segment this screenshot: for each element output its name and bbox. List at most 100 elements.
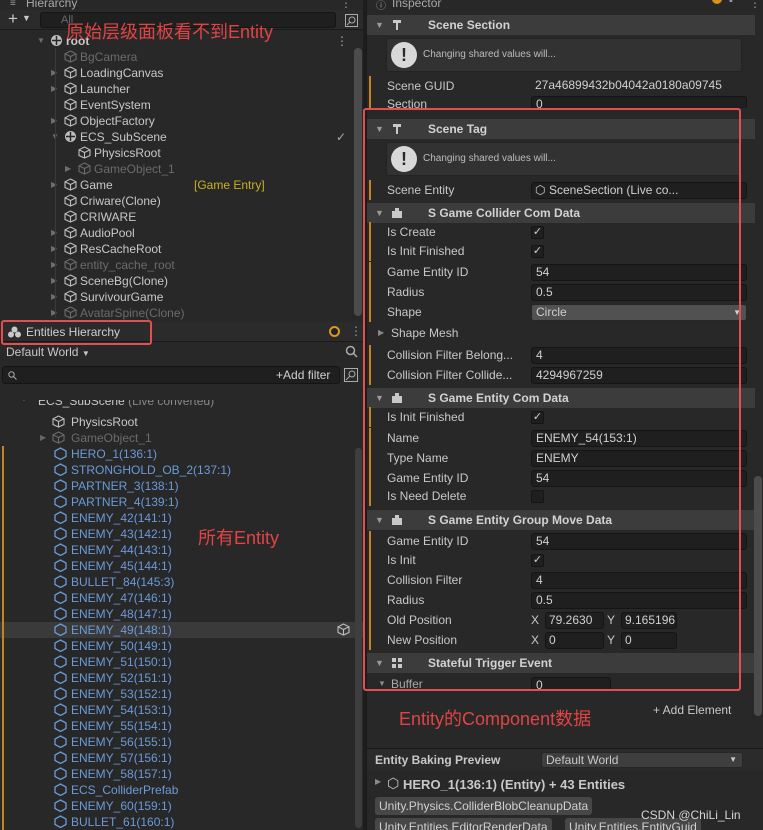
entity-row[interactable]: PhysicsRoot bbox=[0, 414, 363, 430]
entity-row[interactable]: ENEMY_58(157:1) bbox=[0, 766, 363, 782]
live-marker bbox=[2, 798, 4, 814]
hierarchy-item-label: ObjectFactory bbox=[80, 114, 155, 128]
more-icon[interactable]: ⋮ bbox=[336, 33, 348, 49]
hierarchy-item[interactable]: ▶ GameObject_1 bbox=[65, 161, 175, 177]
entity-row[interactable]: ENEMY_48(147:1) bbox=[0, 606, 363, 622]
add-filter-label: Add filter bbox=[283, 368, 331, 382]
entity-row[interactable]: ENEMY_60(159:1) bbox=[0, 798, 363, 814]
entity-row-label: ENEMY_42(141:1) bbox=[71, 511, 172, 525]
inspector-tab[interactable]: Inspector bbox=[392, 0, 441, 10]
entity-row[interactable]: ENEMY_57(156:1) bbox=[0, 750, 363, 766]
hierarchy-scrollbar[interactable] bbox=[354, 48, 362, 316]
entity-row-label: ENEMY_56(155:1) bbox=[71, 735, 172, 749]
entity-row[interactable]: BULLET_61(160:1) bbox=[0, 814, 363, 830]
prefab-icon[interactable] bbox=[337, 623, 350, 636]
entity-row-label: BULLET_84(145:3) bbox=[71, 575, 175, 589]
fold-arrow-icon[interactable]: ▼ bbox=[37, 33, 45, 49]
hierarchy-item[interactable]: ▶AudioPool bbox=[51, 225, 135, 241]
entity-row[interactable]: ENEMY_55(154:1) bbox=[0, 718, 363, 734]
fold-arrow-icon[interactable]: ▼ bbox=[20, 400, 28, 403]
entity-row[interactable]: ENEMY_56(155:1) bbox=[0, 734, 363, 750]
entity-row-label: BULLET_61(160:1) bbox=[71, 815, 175, 829]
section-field[interactable]: 0 bbox=[531, 96, 747, 108]
scene-guid-field[interactable]: 27a46899432b04042a0180a09745 bbox=[531, 78, 747, 95]
gameobject-icon bbox=[64, 258, 77, 271]
hierarchy-item[interactable]: ▶Game[Game Entry] bbox=[51, 177, 265, 193]
live-dot-icon[interactable] bbox=[712, 0, 722, 4]
hierarchy-tabbar: ≡ Hierarchy ⋮ bbox=[0, 0, 363, 10]
entity-search-input[interactable]: +Add filter bbox=[2, 366, 340, 384]
entity-row[interactable]: ECS_ColliderPrefab bbox=[0, 782, 363, 798]
entity-icon bbox=[54, 639, 67, 652]
live-marker bbox=[2, 670, 4, 686]
entity-row-label: ENEMY_49(148:1) bbox=[71, 623, 172, 637]
hierarchy-item[interactable]: CRIWARE bbox=[64, 209, 136, 225]
more-icon[interactable]: ⋮ bbox=[340, 0, 352, 10]
fold-arrow-icon[interactable]: ▶ bbox=[65, 161, 71, 177]
entity-row[interactable]: HERO_1(136:1) bbox=[0, 446, 363, 462]
chevron-down-icon[interactable]: ▼ bbox=[22, 13, 31, 23]
add-icon[interactable]: + bbox=[8, 9, 18, 29]
entity-row[interactable]: ENEMY_52(151:1) bbox=[0, 670, 363, 686]
hierarchy-item[interactable]: PhysicsRoot bbox=[78, 145, 161, 161]
hierarchy-item[interactable]: ▶entity_cache_root bbox=[51, 257, 175, 273]
entity-row[interactable]: ENEMY_53(152:1) bbox=[0, 686, 363, 702]
hierarchy-item[interactable]: ▶ObjectFactory bbox=[51, 113, 155, 129]
entity-row[interactable]: BULLET_84(145:3) bbox=[0, 574, 363, 590]
lock-icon[interactable]: ▪ bbox=[729, 0, 733, 7]
inspector-scrollbar[interactable] bbox=[754, 476, 762, 716]
entity-row[interactable]: ENEMY_49(148:1) bbox=[0, 622, 363, 638]
checkbox-icon[interactable]: ✓ bbox=[336, 129, 346, 145]
entity-row-label: PARTNER_3(138:1) bbox=[71, 479, 179, 493]
hierarchy-item[interactable]: ▶AvatarSpine(Clone) bbox=[51, 305, 185, 321]
hierarchy-item[interactable]: ▶SceneBg(Clone) bbox=[51, 273, 168, 289]
entity-row[interactable]: STRONGHOLD_OB_2(137:1) bbox=[0, 462, 363, 478]
more-icon[interactable]: ⋮ bbox=[749, 0, 761, 10]
baking-world-value: Default World bbox=[546, 753, 619, 767]
hierarchy-item[interactable]: ▶Launcher bbox=[51, 81, 130, 97]
subscene-row[interactable]: ▼ ECS_SubScene (Live converted) bbox=[0, 400, 363, 412]
entity-row[interactable]: ENEMY_44(143:1) bbox=[0, 542, 363, 558]
hierarchy-item[interactable]: ▶SurvivourGame bbox=[51, 289, 163, 305]
entity-row[interactable]: ENEMY_47(146:1) bbox=[0, 590, 363, 606]
more-icon[interactable]: ⋮ bbox=[350, 324, 362, 338]
filter-toggle-icon[interactable] bbox=[344, 368, 358, 382]
entity-icon bbox=[54, 767, 67, 780]
hierarchy-item[interactable]: ▶LoadingCanvas bbox=[51, 65, 163, 81]
add-filter-button[interactable]: +Add filter bbox=[276, 368, 330, 382]
inspector-tabbar: ⓘ Inspector ▪ ⋮ bbox=[367, 0, 763, 12]
live-indicator-icon[interactable] bbox=[329, 326, 340, 337]
entity-row[interactable]: ENEMY_51(150:1) bbox=[0, 654, 363, 670]
entity-row-label: GameObject_1 bbox=[71, 431, 152, 445]
world-dropdown[interactable]: Default World ▼ bbox=[6, 345, 90, 359]
entity-row[interactable]: ▶ GameObject_1 bbox=[0, 430, 363, 446]
entity-row[interactable]: ENEMY_43(142:1) bbox=[0, 526, 363, 542]
hierarchy-item-label: Game bbox=[80, 178, 113, 192]
hierarchy-item[interactable]: ▼ECS_SubScene✓ bbox=[51, 129, 346, 145]
baking-world-dropdown[interactable]: Default World ▼ bbox=[541, 752, 743, 768]
hierarchy-item[interactable]: EventSystem bbox=[64, 97, 151, 113]
fold-arrow-icon[interactable]: ▶ bbox=[40, 430, 46, 446]
entity-row[interactable]: ENEMY_50(149:1) bbox=[0, 638, 363, 654]
hierarchy-item[interactable]: Criware(Clone) bbox=[64, 193, 161, 209]
live-marker bbox=[2, 462, 4, 478]
entity-row-label: ENEMY_60(159:1) bbox=[71, 799, 172, 813]
entity-icon bbox=[54, 527, 67, 540]
fold-arrow-icon[interactable]: ▶ bbox=[375, 777, 381, 786]
baking-summary-row[interactable]: ▶ ⬡ HERO_1(136:1) (Entity) + 43 Entities bbox=[367, 774, 763, 794]
hierarchy-tab[interactable]: Hierarchy bbox=[26, 0, 77, 10]
entity-list-scrollbar[interactable] bbox=[355, 448, 362, 828]
entity-row[interactable]: PARTNER_4(139:1) bbox=[0, 494, 363, 510]
hierarchy-item[interactable]: BgCamera bbox=[64, 49, 137, 65]
entity-row[interactable]: PARTNER_3(138:1) bbox=[0, 478, 363, 494]
entity-row[interactable]: ENEMY_42(141:1) bbox=[0, 510, 363, 526]
info-icon: ⓘ bbox=[376, 1, 386, 12]
entity-row[interactable]: ENEMY_54(153:1) bbox=[0, 702, 363, 718]
hierarchy-item[interactable]: ▶ResCacheRoot bbox=[51, 241, 161, 257]
foldout-icon[interactable]: ▼ bbox=[375, 15, 384, 35]
search-icon[interactable] bbox=[345, 345, 358, 358]
scene-section-header[interactable]: ▼ Scene Section bbox=[367, 15, 755, 35]
entity-row[interactable]: ENEMY_45(144:1) bbox=[0, 558, 363, 574]
scene-search-icon[interactable] bbox=[345, 14, 358, 27]
add-element-button[interactable]: + Add Element bbox=[653, 703, 731, 717]
